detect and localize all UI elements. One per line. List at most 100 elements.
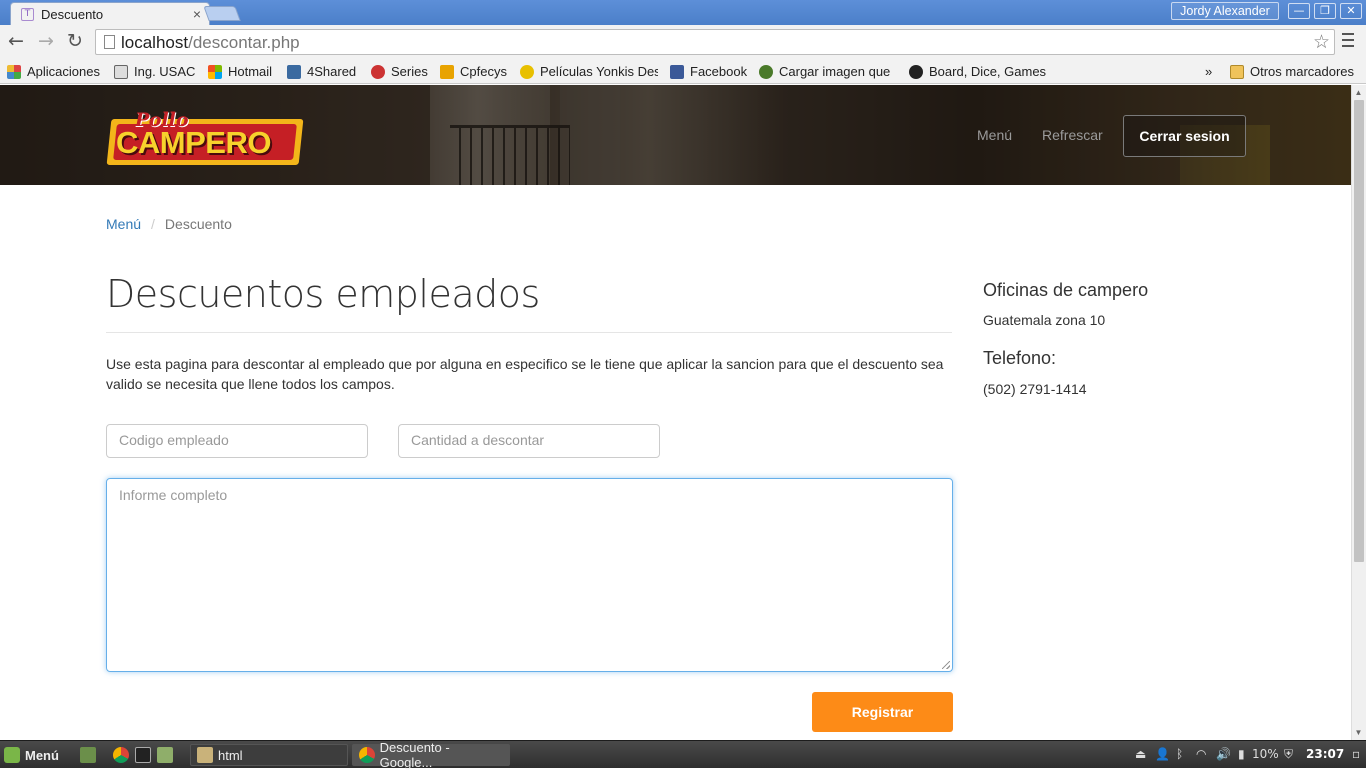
- office-heading: Oficinas de campero: [983, 280, 1149, 300]
- bookmark-aplicaciones[interactable]: Aplicaciones: [7, 62, 100, 81]
- intro-text: Use esta pagina para descontar al emplea…: [106, 356, 944, 392]
- bookmark-peliculas-yonkis[interactable]: Películas Yonkis Des: [520, 62, 658, 81]
- clock[interactable]: 23:07: [1306, 747, 1344, 761]
- bookmark-label: Series: [391, 64, 428, 79]
- page-icon: [104, 35, 115, 49]
- phone-heading: Telefono:: [983, 348, 1057, 368]
- bookmark-label: Cpfecys: [460, 64, 507, 79]
- bookmark-label: Películas Yonkis Des: [540, 64, 658, 79]
- informe-placeholder: Informe completo: [119, 487, 228, 503]
- bookmark-label: Otros marcadores: [1250, 64, 1355, 79]
- page-title: Descuentos empleados: [106, 272, 540, 316]
- show-desktop-button[interactable]: ▫: [1352, 747, 1360, 761]
- launcher-files[interactable]: [157, 744, 178, 766]
- series-icon: [371, 64, 385, 79]
- wifi-icon[interactable]: ◠: [1196, 747, 1206, 761]
- bookmark-label: Facebook: [690, 64, 748, 79]
- network-drive-icon[interactable]: ⏏: [1135, 747, 1146, 761]
- bookmarks-bar: Aplicaciones Ing. USAC Hotmail 4Shared S…: [0, 59, 1366, 84]
- taskbar-window-label: Descuento - Google...: [379, 740, 450, 770]
- folder-icon: [157, 747, 173, 763]
- cpfecys-icon: [440, 64, 454, 79]
- back-arrow-icon[interactable]: ←: [4, 29, 28, 53]
- cantidad-descontar-input[interactable]: Cantidad a descontar: [398, 424, 660, 458]
- forward-arrow-icon[interactable]: →: [34, 29, 58, 53]
- bookmark-otros-marcadores[interactable]: Otros marcadores: [1230, 62, 1354, 81]
- bookmark-facebook[interactable]: Facebook: [670, 62, 747, 81]
- logout-button[interactable]: Cerrar sesion: [1123, 115, 1246, 157]
- maximize-button[interactable]: ❐: [1314, 3, 1336, 19]
- bookmark-label: Ing. USAC: [134, 64, 196, 79]
- nav-link-refresh[interactable]: Refrescar: [1042, 127, 1103, 143]
- bookmark-cpfecys[interactable]: Cpfecys: [440, 62, 507, 81]
- page-viewport: CAMPERO Pollo Menú Refrescar Cerrar sesi…: [0, 85, 1351, 740]
- launcher-file-manager[interactable]: [80, 744, 101, 766]
- resize-handle-icon[interactable]: [942, 661, 950, 669]
- terminal-icon: [135, 747, 151, 763]
- bookmark-series[interactable]: Series: [371, 62, 428, 81]
- registrar-button[interactable]: Registrar: [812, 692, 953, 732]
- bookmark-label: Aplicaciones: [27, 64, 100, 79]
- image-upload-icon: [759, 64, 773, 79]
- volume-icon[interactable]: 🔊: [1216, 747, 1231, 761]
- nav-link-menu[interactable]: Menú: [977, 127, 1012, 143]
- informe-completo-textarea[interactable]: Informe completo: [106, 478, 953, 672]
- launcher-terminal[interactable]: [135, 744, 156, 766]
- scroll-up-arrow-icon[interactable]: ▲: [1351, 86, 1366, 100]
- battery-percent: 10%: [1252, 747, 1279, 761]
- bookmark-label: Cargar imagen que: [779, 64, 891, 79]
- taskbar-window-chrome[interactable]: Descuento - Google...: [352, 740, 510, 770]
- tab-descuento[interactable]: T Descuento ×: [10, 2, 210, 25]
- mint-logo-icon: [4, 747, 20, 763]
- title-divider: [106, 332, 952, 333]
- bookmark-label: Board, Dice, Games: [929, 64, 1047, 79]
- tab-close-icon[interactable]: ×: [193, 6, 201, 22]
- launcher-chrome[interactable]: [113, 744, 134, 766]
- chrome-icon: [113, 747, 129, 763]
- scrollbar-thumb[interactable]: [1354, 100, 1364, 562]
- tab-strip: T Descuento × Jordy Alexander — ❐ ✕: [0, 0, 1366, 25]
- bookmark-4shared[interactable]: 4Shared: [287, 62, 356, 81]
- breadcrumb-home-link[interactable]: Menú: [106, 216, 141, 232]
- logo-pollo-text: Pollo: [135, 109, 189, 131]
- minimize-button[interactable]: —: [1288, 3, 1310, 19]
- user-icon[interactable]: 👤: [1155, 747, 1170, 761]
- board-game-icon: [909, 64, 923, 79]
- profile-button[interactable]: Jordy Alexander: [1171, 2, 1279, 20]
- bookmark-ing-usac[interactable]: Ing. USAC: [114, 62, 195, 81]
- reload-icon[interactable]: ↻: [63, 29, 87, 53]
- phone-number: (502) 2791-1414: [983, 381, 1087, 397]
- address-bar[interactable]: localhost/descontar.php ☆: [95, 29, 1335, 55]
- bookmark-cargar-imagen[interactable]: Cargar imagen que: [759, 62, 897, 81]
- tab-title: Descuento: [41, 6, 104, 22]
- bookmark-label: 4Shared: [307, 64, 357, 79]
- breadcrumb-current: Descuento: [164, 216, 232, 232]
- bookmark-label: Hotmail: [228, 64, 273, 79]
- new-tab-button[interactable]: [203, 6, 241, 21]
- url-text: localhost/descontar.php: [121, 33, 300, 53]
- url-host: localhost: [121, 33, 189, 52]
- codigo-empleado-input[interactable]: Codigo empleado: [106, 424, 368, 458]
- url-path: /descontar.php: [188, 33, 300, 52]
- apps-grid-icon: [7, 64, 21, 79]
- close-window-button[interactable]: ✕: [1340, 3, 1362, 19]
- browser-toolbar: ← → ↻ localhost/descontar.php ☆: [0, 25, 1366, 59]
- bluetooth-icon[interactable]: ᛒ: [1176, 747, 1183, 761]
- bookmark-star-icon[interactable]: ☆: [1313, 31, 1330, 53]
- shield-icon[interactable]: ⛨: [1284, 747, 1293, 762]
- pollo-campero-logo[interactable]: CAMPERO Pollo: [106, 109, 304, 173]
- bookmark-board-dice-games[interactable]: Board, Dice, Games: [909, 62, 1047, 81]
- show-desktop-icon: [80, 747, 96, 763]
- office-city: Guatemala zona 10: [983, 312, 1106, 328]
- breadcrumb-separator: /: [151, 216, 155, 232]
- chrome-menu-icon[interactable]: [1340, 29, 1356, 53]
- taskbar-window-html[interactable]: html: [190, 744, 348, 766]
- 4shared-icon: [287, 64, 301, 79]
- bookmarks-overflow-button[interactable]: »: [1205, 62, 1212, 81]
- usac-icon: [114, 64, 128, 79]
- start-menu-button[interactable]: Menú: [4, 744, 59, 766]
- battery-icon[interactable]: ▮: [1238, 747, 1245, 761]
- folder-icon: [1230, 64, 1244, 79]
- bookmark-hotmail[interactable]: Hotmail: [208, 62, 272, 81]
- scroll-down-arrow-icon[interactable]: ▼: [1351, 726, 1366, 740]
